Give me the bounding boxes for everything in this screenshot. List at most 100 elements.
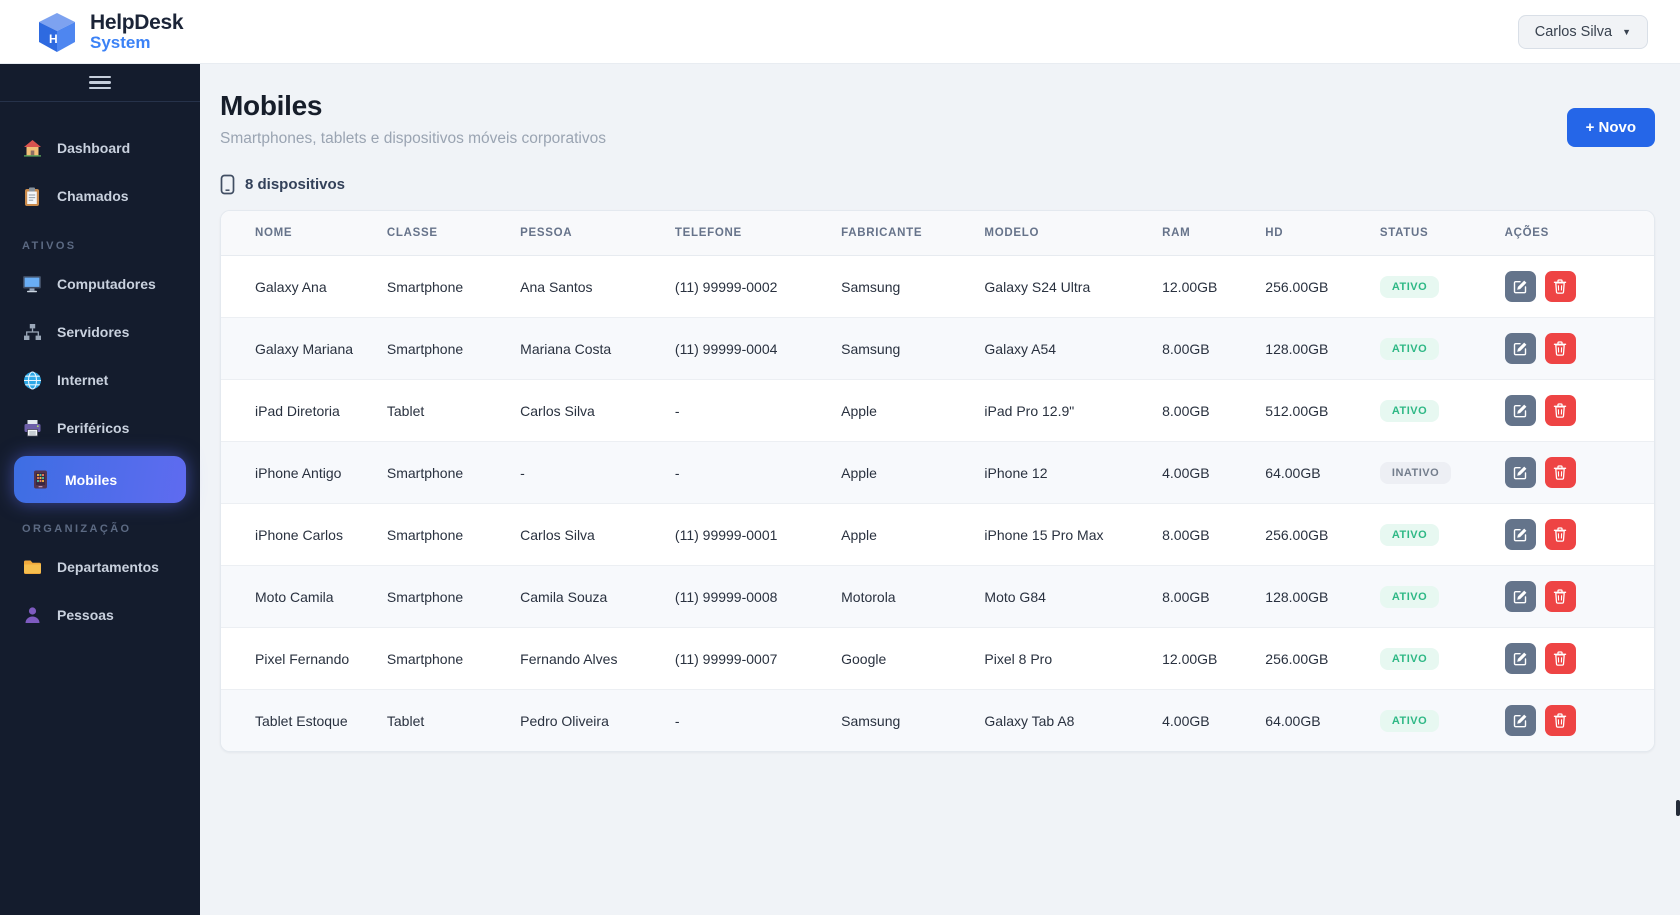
sidebar-item-label: Computadores (57, 276, 156, 292)
cell-fabricante: Google (827, 628, 970, 690)
sidebar-item-departamentos[interactable]: Departamentos (0, 543, 200, 591)
delete-button[interactable] (1545, 271, 1576, 302)
status-badge: ATIVO (1380, 400, 1439, 422)
table-header-row: NOME CLASSE PESSOA TELEFONE FABRICANTE M… (221, 211, 1654, 256)
edit-button[interactable] (1505, 395, 1536, 426)
cell-ram: 8.00GB (1148, 504, 1251, 566)
table-row-tablet-estoque: Tablet EstoqueTabletPedro Oliveira-Samsu… (221, 690, 1654, 752)
edit-button[interactable] (1505, 271, 1536, 302)
trash-icon (1553, 713, 1567, 728)
edit-icon (1513, 279, 1528, 294)
cell-nome: iPad Diretoria (221, 380, 373, 442)
sidebar-item-servidores[interactable]: Servidores (0, 308, 200, 356)
cell-pessoa: Ana Santos (506, 256, 661, 318)
cell-nome: iPhone Carlos (221, 504, 373, 566)
clipboard-icon (22, 186, 42, 206)
col-header-telefone: TELEFONE (661, 211, 827, 256)
cell-modelo: iPhone 12 (970, 442, 1148, 504)
cell-fabricante: Apple (827, 504, 970, 566)
hamburger-icon (89, 73, 111, 93)
cell-ram: 4.00GB (1148, 442, 1251, 504)
cell-ram: 8.00GB (1148, 380, 1251, 442)
col-header-hd: HD (1251, 211, 1366, 256)
brand: H HelpDesk System (0, 9, 183, 55)
brand-title: HelpDesk (90, 12, 183, 34)
edit-button[interactable] (1505, 333, 1536, 364)
cell-classe: Smartphone (373, 628, 506, 690)
edit-button[interactable] (1505, 643, 1536, 674)
sidebar-item-dashboard[interactable]: Dashboard (0, 124, 200, 172)
cell-modelo: Pixel 8 Pro (970, 628, 1148, 690)
scrollbar-thumb[interactable] (1676, 800, 1680, 816)
cell-telefone: (11) 99999-0008 (661, 566, 827, 628)
delete-button[interactable] (1545, 581, 1576, 612)
col-header-classe: CLASSE (373, 211, 506, 256)
svg-text:H: H (49, 32, 58, 46)
delete-button[interactable] (1545, 643, 1576, 674)
col-header-status: STATUS (1366, 211, 1491, 256)
edit-icon (1513, 713, 1528, 728)
cell-pessoa: Carlos Silva (506, 380, 661, 442)
sidebar-item-computadores[interactable]: Computadores (0, 260, 200, 308)
cell-status: ATIVO (1366, 256, 1491, 318)
cell-actions (1491, 442, 1654, 504)
delete-button[interactable] (1545, 705, 1576, 736)
cell-hd: 64.00GB (1251, 690, 1366, 752)
cell-hd: 128.00GB (1251, 318, 1366, 380)
monitor-icon (22, 274, 42, 294)
cell-actions (1491, 256, 1654, 318)
cell-fabricante: Samsung (827, 690, 970, 752)
cell-telefone: - (661, 380, 827, 442)
cell-nome: Galaxy Mariana (221, 318, 373, 380)
cell-telefone: - (661, 690, 827, 752)
sidebar-item-label: Periféricos (57, 420, 129, 436)
status-badge: INATIVO (1380, 462, 1451, 484)
new-device-button[interactable]: + Novo (1567, 108, 1655, 147)
sidebar-section-ativos: ATIVOS (22, 240, 200, 252)
cell-modelo: Moto G84 (970, 566, 1148, 628)
user-menu-button[interactable]: Carlos Silva ▼ (1518, 15, 1648, 49)
cell-status: INATIVO (1366, 442, 1491, 504)
table-row-galaxy-mariana: Galaxy MarianaSmartphoneMariana Costa(11… (221, 318, 1654, 380)
edit-button[interactable] (1505, 705, 1536, 736)
col-header-modelo: MODELO (970, 211, 1148, 256)
main-content: Mobiles Smartphones, tablets e dispositi… (200, 64, 1680, 915)
cell-classe: Tablet (373, 380, 506, 442)
cell-status: ATIVO (1366, 628, 1491, 690)
cell-ram: 12.00GB (1148, 256, 1251, 318)
trash-icon (1553, 465, 1567, 480)
table-row-ipad-diretoria: iPad DiretoriaTabletCarlos Silva-AppleiP… (221, 380, 1654, 442)
cell-actions (1491, 690, 1654, 752)
sidebar-toggle-button[interactable] (0, 64, 200, 102)
cell-classe: Smartphone (373, 256, 506, 318)
sidebar-item-chamados[interactable]: Chamados (0, 172, 200, 220)
cell-hd: 256.00GB (1251, 628, 1366, 690)
edit-button[interactable] (1505, 519, 1536, 550)
user-menu-label: Carlos Silva (1535, 24, 1612, 40)
trash-icon (1553, 651, 1567, 666)
sidebar-item-mobiles[interactable]: Mobiles (14, 456, 186, 503)
sidebar: DashboardChamados ATIVOS Computadores Servi… (0, 64, 200, 915)
delete-button[interactable] (1545, 519, 1576, 550)
cell-pessoa: - (506, 442, 661, 504)
cell-ram: 12.00GB (1148, 628, 1251, 690)
edit-button[interactable] (1505, 457, 1536, 488)
cell-classe: Smartphone (373, 566, 506, 628)
sidebar-item-pessoas[interactable]: Pessoas (0, 591, 200, 639)
delete-button[interactable] (1545, 457, 1576, 488)
status-badge: ATIVO (1380, 276, 1439, 298)
sidebar-item-internet[interactable]: Internet (0, 356, 200, 404)
delete-button[interactable] (1545, 333, 1576, 364)
person-icon (22, 605, 42, 625)
col-header-ram: RAM (1148, 211, 1251, 256)
sidebar-item-label: Servidores (57, 324, 129, 340)
sidebar-item-perifericos[interactable]: Periféricos (0, 404, 200, 452)
edit-icon (1513, 403, 1528, 418)
table-body: Galaxy AnaSmartphoneAna Santos(11) 99999… (221, 256, 1654, 752)
status-badge: ATIVO (1380, 586, 1439, 608)
delete-button[interactable] (1545, 395, 1576, 426)
devices-table-card: NOME CLASSE PESSOA TELEFONE FABRICANTE M… (220, 210, 1655, 752)
edit-icon (1513, 465, 1528, 480)
cell-pessoa: Pedro Oliveira (506, 690, 661, 752)
edit-button[interactable] (1505, 581, 1536, 612)
